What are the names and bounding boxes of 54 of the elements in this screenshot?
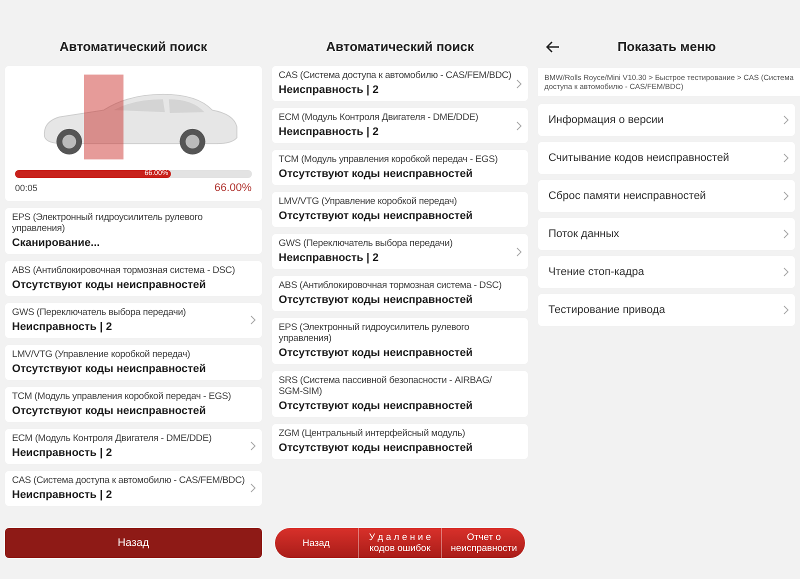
elapsed-time: 00:05 (15, 182, 38, 194)
module-name: ABS (Антиблокировочная тормозная система - DSC) (12, 264, 236, 276)
back-button[interactable]: Назад (5, 528, 262, 558)
module-status: Отсутствуют коды неисправностей (278, 293, 474, 307)
back-arrow-icon[interactable] (546, 41, 560, 53)
menu-item[interactable]: Информация о версии (538, 104, 796, 136)
module-name: EPS (Электронный гидроусилитель рулевого управления) (12, 212, 204, 234)
module-card[interactable]: ECM (Модуль Контроля Двигателя - DME/DDE) Неисправность | 2 (5, 428, 262, 464)
module-name: TCM (Модуль управления коробкой передач - EGS) (278, 154, 499, 165)
module-status: Отсутствуют коды неисправностей (12, 404, 207, 418)
module-card[interactable]: CAS (Система доступа к автомобилю - CAS/FEM/BDC) Неисправность | 2 (5, 470, 262, 506)
module-status: Отсутствуют коды неисправностей (278, 167, 474, 181)
module-card[interactable]: ECM (Модуль Контроля Двигателя - DME/DDE) Неисправность | 2 (272, 108, 528, 143)
module-name: ECM (Модуль Контроля Двигателя - DME/DDE) (278, 112, 480, 123)
module-name: ZGM (Центральный интерфейсный модуль) (278, 428, 466, 439)
clear-codes-button[interactable]: У д а л е н и е кодов ошибок (358, 528, 442, 558)
module-card[interactable]: GWS (Переключатель выбора передачи) Неисправность | 2 (272, 234, 528, 269)
module-status: Неисправность | 2 (12, 446, 113, 460)
module-status: Отсутствуют коды неисправностей (278, 346, 474, 360)
module-name: CAS (Система доступа к автомобилю - CAS/FEM/BDC) (278, 70, 512, 81)
panel-title: Автоматический поиск (325, 38, 475, 56)
module-status: Неисправность | 2 (278, 83, 380, 97)
module-status: Отсутствуют коды неисправностей (278, 209, 474, 223)
fault-report-button[interactable]: Отчет о неисправности (441, 528, 526, 558)
module-name: LMV/VTG (Управление коробкой передач) (12, 348, 192, 360)
module-status: Неисправность | 2 (12, 488, 113, 502)
module-name: GWS (Переключатель выбора передачи) (12, 306, 187, 318)
module-name: LMV/VTG (Управление коробкой передач) (278, 196, 458, 207)
panel-title: Показать меню (616, 38, 717, 56)
module-status: Отсутствуют коды неисправностей (12, 362, 207, 376)
module-name: CAS (Система доступа к автомобилю - CAS/FEM/BDC) (12, 474, 246, 486)
module-status: Неисправность | 2 (12, 320, 113, 334)
menu-item[interactable]: Поток данных (538, 218, 796, 250)
module-name: GWS (Переключатель выбора передачи) (278, 238, 454, 249)
progress-percent: 66.00% (214, 181, 252, 196)
module-name: ABS (Антиблокировочная тормозная система - DSC) (278, 280, 503, 291)
module-name: ECM (Модуль Контроля Двигателя - DME/DDE) (12, 432, 213, 444)
module-status: Отсутствуют коды неисправностей (278, 399, 474, 413)
module-status: Неисправность | 2 (278, 251, 380, 265)
panel-title: Автоматический поиск (58, 38, 208, 56)
module-status: Отсутствуют коды неисправностей (12, 278, 207, 292)
module-card[interactable]: GWS (Переключатель выбора передачи) Неисправность | 2 (5, 302, 262, 338)
back-button[interactable]: Назад (274, 528, 358, 558)
menu-item[interactable]: Чтение стоп-кадра (538, 256, 796, 288)
module-name: SRS (Система пассивной безопасности - AIRBAG/ SGM-SIM) (278, 375, 493, 397)
module-name: EPS (Электронный гидроусилитель рулевого управления) (278, 322, 470, 344)
module-status: Сканирование... (12, 236, 101, 250)
module-card[interactable]: CAS (Система доступа к автомобилю - CAS/FEM/BDC) Неисправность | 2 (272, 66, 528, 101)
module-status: Отсутствуют коды неисправностей (278, 441, 474, 455)
menu-item[interactable]: Тестирование привода (538, 294, 796, 326)
module-status: Неисправность | 2 (278, 125, 380, 139)
menu-item[interactable]: Считывание кодов неисправностей (538, 142, 796, 174)
menu-item[interactable]: Сброс памяти неисправностей (538, 180, 796, 212)
module-name: TCM (Модуль управления коробкой передач - EGS) (12, 390, 232, 402)
